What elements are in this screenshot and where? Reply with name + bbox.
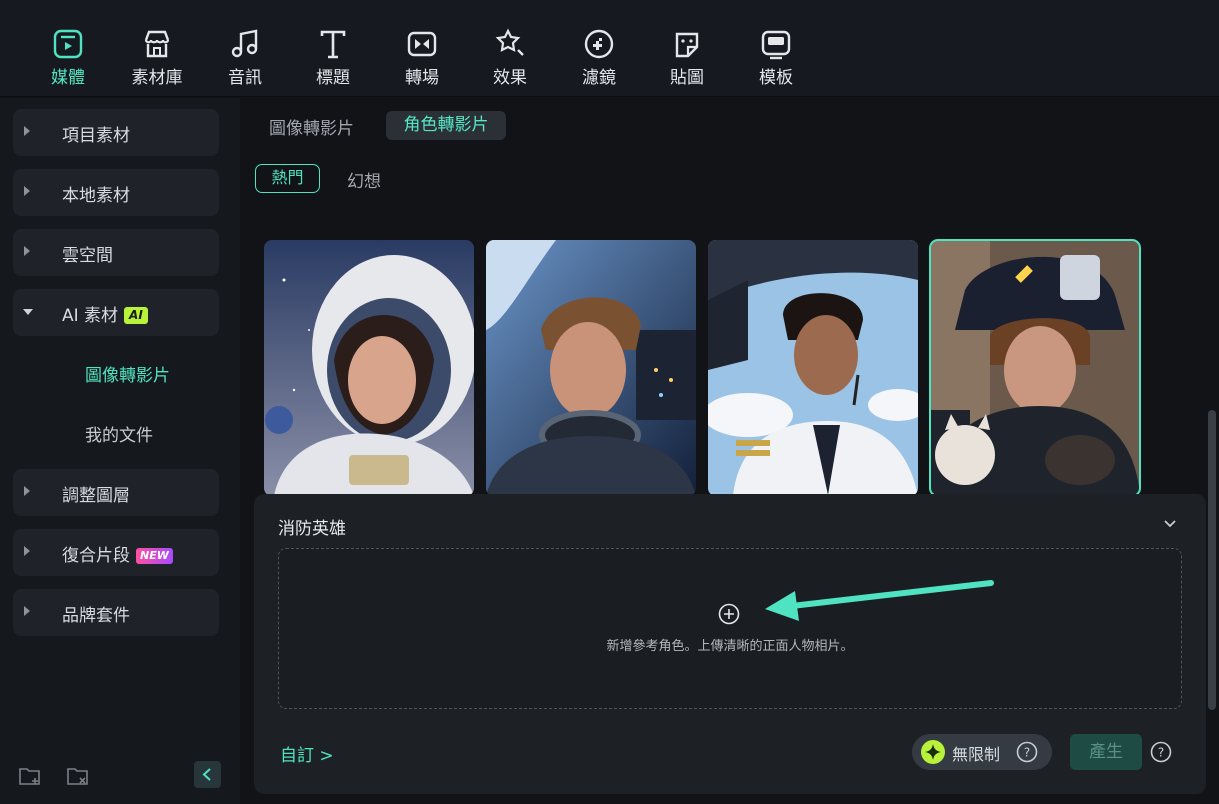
svg-text:?: ? bbox=[1158, 746, 1164, 760]
sidebar-item-label: 雲空間 bbox=[62, 246, 113, 266]
toolbar-filters[interactable]: 濾鏡 bbox=[559, 28, 639, 88]
sidebar-item-project-media[interactable]: 項目素材 bbox=[13, 109, 219, 156]
toolbar-effects[interactable]: 效果 bbox=[470, 28, 550, 88]
sidebar-item-compound-clip[interactable]: 復合片段 NEW bbox=[13, 529, 219, 576]
astronaut-man-thumbnail bbox=[486, 240, 696, 496]
sparkle-icon bbox=[921, 740, 945, 764]
caret-right-icon bbox=[24, 186, 30, 196]
toolbar-templates[interactable]: 模板 bbox=[736, 28, 816, 88]
sidebar-item-brand-kit[interactable]: 品牌套件 bbox=[13, 589, 219, 636]
filter-icon bbox=[584, 29, 614, 59]
help-icon[interactable]: ? bbox=[1016, 741, 1038, 763]
template-card-astronaut-woman[interactable] bbox=[264, 240, 474, 496]
upload-hint: 新增參考角色。上傳清晰的正面人物相片。 bbox=[606, 639, 854, 654]
text-icon bbox=[320, 30, 346, 59]
media-icon bbox=[53, 29, 83, 59]
template-card-firefighter[interactable] bbox=[929, 239, 1141, 497]
toolbar-effects-label: 效果 bbox=[493, 68, 527, 88]
toolbar-templates-label: 模板 bbox=[759, 68, 793, 88]
custom-link[interactable]: 自訂 > bbox=[280, 741, 334, 766]
toolbar-store[interactable]: 素材庫 bbox=[117, 28, 197, 88]
svg-text:?: ? bbox=[1024, 746, 1030, 760]
toolbar-stickers-label: 貼圖 bbox=[670, 68, 704, 88]
template-icon bbox=[761, 30, 791, 60]
help-icon[interactable]: ? bbox=[1150, 741, 1172, 763]
delete-folder-icon[interactable] bbox=[66, 766, 90, 786]
toolbar-titles-label: 標題 bbox=[316, 68, 350, 88]
unlimited-credits-pill[interactable]: 無限制 ? bbox=[912, 734, 1052, 770]
transition-icon bbox=[407, 31, 437, 57]
toolbar-audio[interactable]: 音訊 bbox=[205, 28, 285, 88]
effects-icon bbox=[495, 28, 524, 56]
sidebar-subitem-image-to-video[interactable]: 圖像轉影片 bbox=[85, 361, 170, 386]
sidebar-subitem-my-files[interactable]: 我的文件 bbox=[85, 421, 153, 446]
sidebar-item-local-media[interactable]: 本地素材 bbox=[13, 169, 219, 216]
astronaut-woman-thumbnail bbox=[264, 240, 474, 496]
caret-right-icon bbox=[24, 546, 30, 556]
template-card-pilot[interactable] bbox=[708, 240, 918, 496]
template-card-astronaut-man[interactable] bbox=[486, 240, 696, 496]
toolbar-media[interactable]: 媒體 bbox=[28, 28, 108, 88]
pilot-thumbnail bbox=[708, 240, 918, 496]
toolbar-store-label: 素材庫 bbox=[131, 68, 183, 88]
sidebar-item-label: 調整圖層 bbox=[62, 486, 130, 506]
upload-dropzone[interactable] bbox=[278, 548, 1182, 709]
caret-down-icon bbox=[23, 309, 33, 315]
toolbar-transitions-label: 轉場 bbox=[405, 68, 439, 88]
sticker-icon bbox=[675, 32, 699, 58]
sidebar-item-cloud[interactable]: 雲空間 bbox=[13, 229, 219, 276]
tab-character-to-video[interactable]: 角色轉影片 bbox=[386, 111, 506, 140]
sidebar-item-adjustment-layer[interactable]: 調整圖層 bbox=[13, 469, 219, 516]
pointer-arrow-icon bbox=[765, 580, 994, 621]
collapse-left-icon bbox=[202, 768, 211, 781]
caret-right-icon bbox=[24, 486, 30, 496]
sidebar-item-label: AI 素材 AI bbox=[62, 301, 148, 326]
caret-right-icon bbox=[24, 246, 30, 256]
chevron-down-icon[interactable] bbox=[1162, 515, 1178, 531]
toolbar-media-label: 媒體 bbox=[51, 68, 85, 88]
toolbar-titles[interactable]: 標題 bbox=[293, 28, 373, 88]
sidebar-item-label: 項目素材 bbox=[62, 126, 130, 146]
ai-badge: AI bbox=[124, 307, 148, 324]
panel-title: 消防英雄 bbox=[278, 519, 346, 539]
add-circle-icon[interactable] bbox=[718, 603, 740, 625]
generate-button[interactable]: 產生 bbox=[1070, 734, 1142, 770]
toolbar-transitions[interactable]: 轉場 bbox=[382, 28, 462, 88]
collapse-sidebar-button[interactable] bbox=[194, 761, 221, 788]
sidebar-item-label: 本地素材 bbox=[62, 186, 130, 206]
music-note-icon bbox=[231, 29, 258, 58]
caret-right-icon bbox=[24, 126, 30, 136]
toolbar-audio-label: 音訊 bbox=[228, 68, 262, 88]
firefighter-thumbnail bbox=[930, 240, 1140, 496]
tab-image-to-video[interactable]: 圖像轉影片 bbox=[269, 114, 354, 139]
toolbar-filters-label: 濾鏡 bbox=[582, 68, 616, 88]
scrollbar[interactable] bbox=[1208, 410, 1216, 710]
toolbar-stickers[interactable]: 貼圖 bbox=[647, 28, 727, 88]
new-badge: NEW bbox=[136, 548, 173, 564]
sidebar-item-ai-media[interactable]: AI 素材 AI bbox=[13, 289, 219, 336]
unlimited-label: 無限制 bbox=[952, 745, 1001, 764]
store-icon bbox=[144, 30, 170, 58]
caret-right-icon bbox=[24, 606, 30, 616]
top-toolbar: 媒體 素材庫 音訊 標題 轉場 效果 濾鏡 貼圖 模板 bbox=[0, 0, 1219, 97]
chip-fantasy[interactable]: 幻想 bbox=[347, 167, 381, 192]
new-folder-icon[interactable] bbox=[18, 766, 42, 786]
sidebar-item-label: 品牌套件 bbox=[62, 606, 130, 626]
chip-popular[interactable]: 熱門 bbox=[255, 164, 320, 193]
sidebar-item-label: 復合片段 NEW bbox=[62, 541, 173, 566]
